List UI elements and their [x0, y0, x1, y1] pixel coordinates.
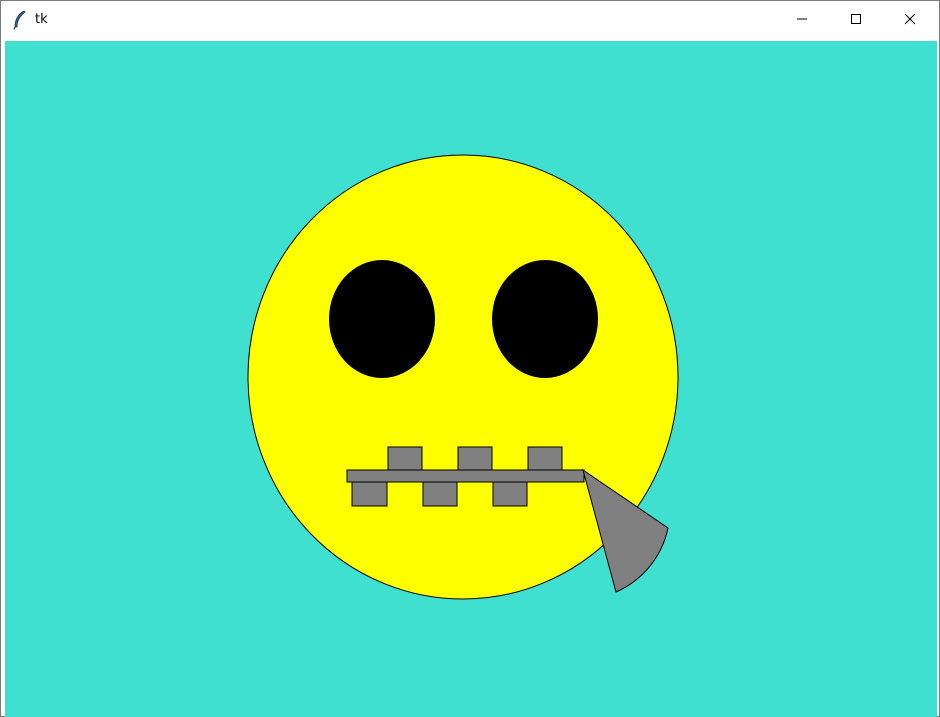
zipper-tooth-top-3 [527, 446, 563, 472]
minimize-button[interactable] [775, 1, 829, 40]
zipper-tooth-bottom-3 [492, 481, 528, 507]
drawing-canvas[interactable] [5, 41, 937, 717]
zipper-track [346, 469, 585, 483]
app-window: tk [0, 0, 940, 717]
canvas-svg [5, 41, 937, 717]
maximize-icon [850, 12, 862, 30]
close-icon [904, 12, 916, 30]
zipper-tooth-bottom-1 [351, 481, 388, 507]
close-button[interactable] [883, 1, 937, 40]
tk-feather-icon [12, 10, 28, 30]
left-eye [329, 260, 435, 378]
minimize-icon [796, 12, 808, 30]
title-bar[interactable]: tk [1, 1, 939, 40]
right-eye [492, 260, 598, 378]
zipper-tooth-bottom-2 [422, 481, 458, 507]
zipper-tooth-top-2 [457, 446, 493, 472]
window-title: tk [35, 12, 48, 27]
maximize-button[interactable] [829, 1, 883, 40]
zipper-tooth-top-1 [387, 446, 423, 472]
